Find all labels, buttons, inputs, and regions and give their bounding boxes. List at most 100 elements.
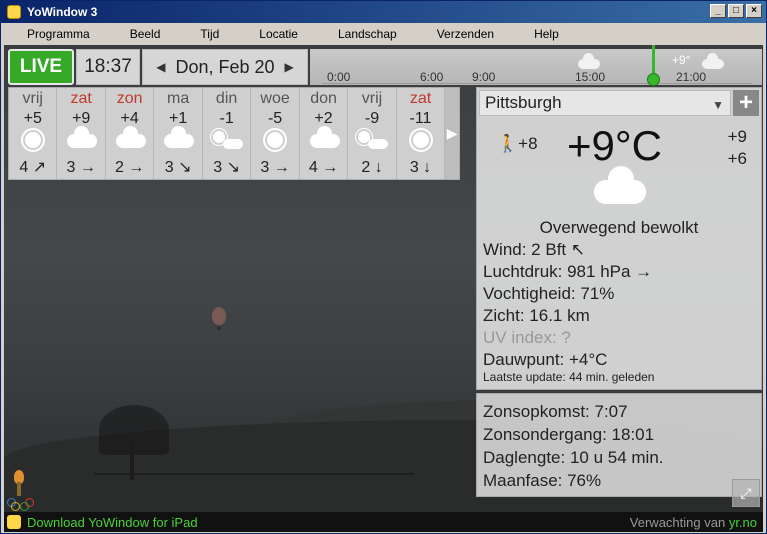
timeline-temperature: +9°	[672, 53, 691, 67]
forecast-day-temperature: -1	[219, 110, 234, 127]
forecast-day-wind: 3 ↓	[409, 159, 432, 176]
partly-cloudy-icon	[203, 128, 250, 154]
menu-landschap[interactable]: Landschap	[318, 27, 417, 41]
forecast-day-wind: 2 ↓	[361, 159, 383, 176]
forecast-day-name: ma	[167, 90, 190, 107]
forecast-day-wind: 3 →	[66, 159, 96, 176]
timeline-marker-line	[652, 45, 655, 75]
sunrise-row: Zonsopkomst: 7:07	[483, 402, 628, 421]
menu-tijd[interactable]: Tijd	[180, 27, 239, 41]
forecast-day-name: zat	[409, 90, 432, 107]
cloud-icon	[154, 126, 201, 154]
forecast-day-temperature: -11	[409, 110, 432, 127]
forecast-day-wind: 3 →	[260, 159, 290, 176]
forecast-day[interactable]: don +2 4 →	[300, 88, 349, 179]
current-time: 18:37	[76, 49, 140, 85]
credit-source-link[interactable]: yr.no	[729, 515, 757, 530]
tree	[99, 405, 169, 455]
fullscreen-icon[interactable]: ⤢	[732, 479, 760, 507]
forecast-day-wind: 4 →	[308, 159, 339, 176]
forecast-day-wind: 2 →	[115, 159, 145, 176]
status-bar: Download YoWindow for iPad Verwachting v…	[4, 512, 763, 532]
person-icon: 🚶	[497, 134, 519, 153]
cloud-icon	[594, 166, 646, 204]
sun-icon	[9, 128, 56, 154]
forecast-day-wind: 4 ↗	[19, 159, 47, 176]
menu-verzenden[interactable]: Verzenden	[417, 27, 514, 41]
forecast-day-temperature: -9	[364, 110, 380, 127]
current-temperature: +9°C	[567, 122, 663, 169]
credit-prefix: Verwachting van	[629, 514, 729, 530]
date-label: Don, Feb 20	[175, 56, 275, 77]
last-update: Laatste update: 44 min. geleden	[483, 370, 655, 384]
daylength-row: Daglengte: 10 u 54 min.	[483, 448, 664, 467]
location-selector[interactable]: Pittsburgh ▼	[479, 90, 731, 116]
forecast-day-temperature: +5	[23, 110, 42, 127]
timeline[interactable]: 0:00 6:00 9:00 15:00 21:00 +9°	[310, 45, 762, 86]
hot-air-balloon[interactable]	[212, 307, 226, 325]
forecast-day[interactable]: din -1 3 ↘	[203, 88, 252, 179]
forecast-credit: Verwachting van yr.no	[630, 515, 757, 530]
pressure-row: Luchtdruk: 981 hPa →	[483, 262, 653, 281]
timeline-tick: 21:00	[676, 70, 707, 84]
date-selector: ◀ Don, Feb 20 ▶	[142, 49, 308, 85]
high-low: +9 +6	[728, 126, 747, 170]
forecast-day-temperature: -5	[267, 110, 283, 127]
forecast-day[interactable]: vrij -9 2 ↓	[348, 88, 397, 179]
forecast-day-name: don	[310, 90, 337, 107]
olympic-torch-icon[interactable]	[12, 470, 26, 496]
forecast-day-name: woe	[260, 90, 290, 107]
forecast-day[interactable]: zat +9 3 →	[57, 88, 106, 179]
olympic-rings-icon	[7, 498, 37, 511]
forecast-day-name: din	[215, 90, 238, 107]
live-button[interactable]: LIVE	[8, 49, 74, 85]
forecast-next-icon[interactable]: ▶	[445, 88, 460, 179]
dewpoint-row: Dauwpunt: +4°C	[483, 350, 608, 369]
uv-index-row[interactable]: UV index: ?	[483, 328, 571, 348]
fence	[94, 473, 414, 479]
forecast-strip: vrij +5 4 ↗ zat +9 3 → zon +4 2 → ma +1 3 ↘ din -1 3 ↘…	[8, 87, 460, 180]
prev-day-icon[interactable]: ◀	[146, 60, 175, 74]
forecast-day[interactable]: zat -11 3 ↓	[397, 88, 446, 179]
location-name: Pittsburgh	[485, 93, 562, 112]
feels-like-value: +8	[518, 134, 538, 153]
next-day-icon[interactable]: ▶	[275, 60, 304, 74]
menu-programma[interactable]: Programma	[7, 27, 110, 41]
timeline-tick: 0:00	[327, 70, 351, 84]
timeline-tick: 9:00	[472, 70, 496, 84]
forecast-day[interactable]: vrij +5 4 ↗	[9, 88, 58, 179]
condition-text: Overwegend bewolkt	[539, 218, 699, 237]
menu-locatie[interactable]: Locatie	[239, 27, 318, 41]
timeline-tick: 15:00	[575, 70, 606, 84]
menu-beeld[interactable]: Beeld	[110, 27, 181, 41]
app-icon	[7, 5, 21, 19]
title-bar: YoWindow 3 _ □ ×	[1, 1, 766, 23]
chevron-down-icon[interactable]: ▼	[712, 98, 724, 112]
maximize-button[interactable]: □	[728, 4, 744, 18]
close-button[interactable]: ×	[746, 4, 762, 18]
timeline-handle[interactable]	[647, 73, 660, 86]
forecast-day[interactable]: ma +1 3 ↘	[154, 88, 203, 179]
sun-moon-panel: Zonsopkomst: 7:07 Zonsondergang: 18:01 D…	[476, 393, 762, 497]
cloud-icon	[702, 53, 724, 69]
forecast-day-name: vrij	[361, 90, 383, 107]
menu-bar: Programma Beeld Tijd Locatie Landschap V…	[1, 23, 766, 45]
balloon-basket	[217, 327, 221, 330]
forecast-day-wind: 3 ↘	[213, 159, 240, 176]
add-location-button[interactable]: +	[733, 89, 759, 116]
feels-like: 🚶+8	[497, 134, 538, 154]
forecast-day[interactable]: woe -5 3 →	[251, 88, 300, 179]
menu-help[interactable]: Help	[514, 27, 579, 41]
forecast-day-name: zon	[116, 90, 143, 107]
forecast-day-name: zat	[70, 90, 92, 107]
download-ipad-link[interactable]: Download YoWindow for iPad	[27, 515, 198, 530]
window-title: YoWindow 3	[27, 5, 98, 19]
minimize-button[interactable]: _	[710, 4, 726, 18]
low-temperature: +6	[727, 149, 747, 168]
timeline-tick: 6:00	[420, 70, 444, 84]
sun-icon	[397, 128, 444, 154]
sun-icon	[251, 128, 298, 154]
partly-cloudy-icon	[348, 128, 395, 154]
sunset-row: Zonsondergang: 18:01	[483, 425, 655, 444]
forecast-day[interactable]: zon +4 2 →	[106, 88, 155, 179]
